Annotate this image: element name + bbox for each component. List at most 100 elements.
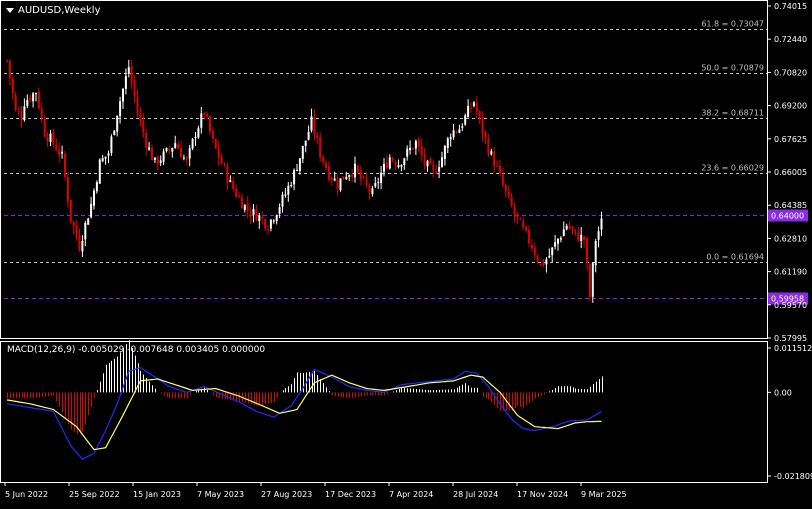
candle-body (577, 232, 579, 241)
candle-body (23, 106, 25, 120)
candle-body (537, 256, 539, 262)
time-tick-label-7: 28 Jul 2024 (453, 490, 498, 499)
candle-body (554, 242, 556, 246)
candle-body (348, 175, 350, 177)
candle-body (496, 166, 498, 167)
candle-body (125, 76, 127, 89)
candle-body (151, 147, 153, 160)
price-tick-label-8: 0.61190 (774, 268, 807, 277)
candle-body (70, 200, 72, 222)
candle-body (157, 157, 159, 165)
candle-body (171, 148, 173, 151)
price-tick-label-10: 0.57995 (774, 334, 807, 343)
fib-label-4: 0.0 = 0.61694 (706, 253, 764, 262)
candle-body (61, 152, 63, 154)
fib-label-2: 38.2 = 0.68711 (701, 109, 764, 118)
candle-body (226, 166, 228, 183)
candle-body (110, 137, 112, 153)
candle-body (406, 149, 408, 157)
candle-body (569, 225, 571, 228)
time-tick-label-5: 17 Dec 2023 (325, 490, 376, 499)
candle-body (296, 170, 298, 171)
candle-body (308, 132, 310, 140)
candle-body (444, 146, 446, 159)
candle-body (212, 131, 214, 139)
symbol-dropdown-icon[interactable] (6, 8, 14, 13)
candle-body (267, 229, 269, 230)
candle-body (186, 158, 188, 161)
candle-body (38, 92, 40, 109)
candle-body (180, 148, 182, 157)
candle-body (548, 256, 550, 257)
candle-body (392, 158, 394, 160)
candle-body (279, 207, 281, 214)
candle-body (540, 264, 542, 265)
candle-body (229, 180, 231, 182)
candle-body (493, 152, 495, 167)
candle-body (427, 161, 429, 167)
candle-body (81, 241, 83, 251)
candle-body (369, 186, 371, 192)
candle-body (183, 158, 185, 159)
candle-body (316, 135, 318, 138)
candle-body (383, 164, 385, 172)
candle-body (244, 205, 246, 210)
candle-body (482, 117, 484, 134)
macd-tick-label-2: -0.021809 (774, 472, 812, 481)
candle-body (447, 138, 449, 147)
chart-area[interactable]: 61.8 = 0.7304750.0 = 0.7087938.2 = 0.687… (0, 0, 812, 505)
candle-body (218, 146, 220, 157)
candle-body (311, 116, 313, 130)
candle-body (514, 207, 516, 215)
candle-body (531, 245, 533, 248)
candle-body (380, 173, 382, 183)
price-tick-label-3: 0.69200 (774, 102, 807, 111)
candle-body (398, 165, 400, 167)
candle-body (438, 167, 440, 171)
candle-body (409, 148, 411, 150)
price-tick-label-9: 0.59570 (774, 301, 807, 310)
candle-body (96, 182, 98, 191)
candle-body (502, 174, 504, 184)
candle-body (418, 139, 420, 146)
candle-body (209, 116, 211, 132)
candle-body (145, 133, 147, 148)
candle-body (21, 114, 23, 120)
candle-body (340, 178, 342, 190)
candle-body (160, 160, 162, 162)
candle-body (168, 149, 170, 150)
candle-body (432, 165, 434, 170)
candle-body (174, 143, 176, 148)
time-tick-label-0: 5 Jun 2022 (5, 490, 48, 499)
candle-body (345, 177, 347, 179)
symbol-title: AUDUSD,Weekly (18, 5, 101, 16)
candle-body (113, 131, 115, 135)
candle-body (93, 191, 95, 206)
candle-body (435, 171, 437, 173)
candle-body (302, 146, 304, 159)
candle-body (322, 156, 324, 161)
candle-body (273, 220, 275, 221)
candle-body (598, 231, 600, 240)
candle-body (9, 61, 11, 79)
candle-body (221, 156, 223, 163)
price-pane: 61.8 = 0.7304750.0 = 0.7087938.2 = 0.687… (4, 20, 767, 303)
candle-body (479, 111, 481, 119)
candle-body (99, 160, 101, 184)
candle-body (44, 119, 46, 137)
candle-body (467, 106, 469, 117)
candle-body (319, 137, 321, 157)
candle-body (400, 165, 402, 166)
time-tick-label-1: 25 Sep 2022 (69, 490, 120, 499)
price-tick-label-6: 0.64385 (774, 201, 807, 210)
candle-body (192, 139, 194, 149)
candle-body (389, 157, 391, 168)
candle-body (163, 151, 165, 161)
candle-body (557, 239, 559, 244)
candle-body (203, 113, 205, 114)
macd-title: MACD(12,26,9) -0.005029 -0.007648 0.0034… (7, 345, 265, 355)
candle-body (334, 179, 336, 181)
candle-body (473, 102, 475, 106)
candle-body (276, 215, 278, 221)
candle-body (50, 134, 52, 142)
